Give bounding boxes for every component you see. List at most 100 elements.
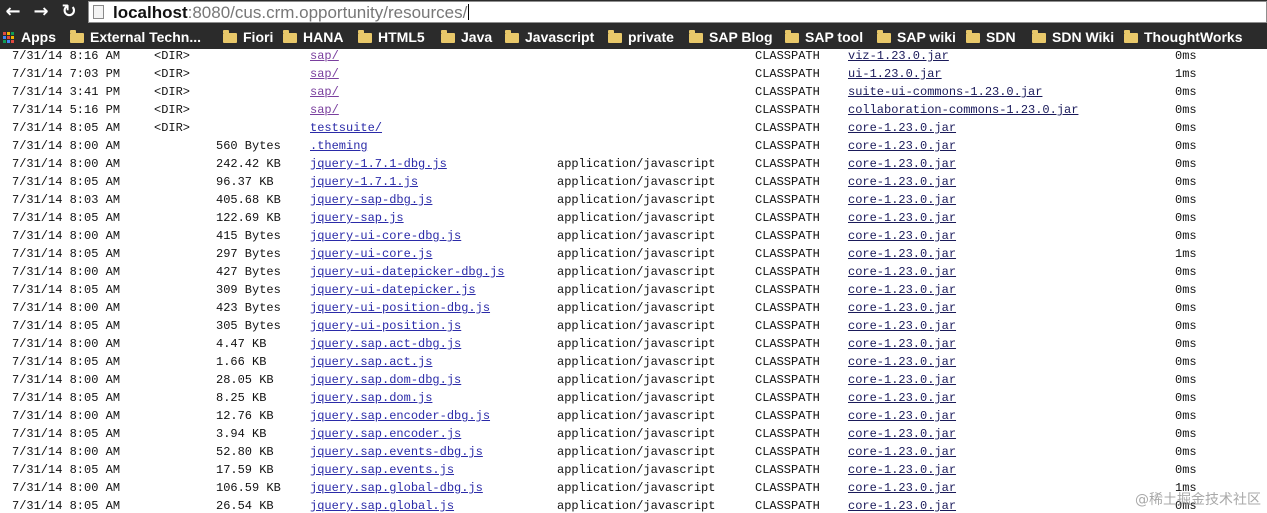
file-link[interactable]: jquery.sap.encoder-dbg.js [310, 407, 490, 425]
file-link[interactable]: sap/ [310, 65, 339, 83]
size-cell: 560 Bytes [216, 139, 281, 153]
bookmark-html5[interactable]: HTML5 [358, 25, 425, 49]
bookmark-java[interactable]: Java [441, 25, 492, 49]
bookmark-label: SDN Wiki [1052, 29, 1115, 45]
bookmark-private[interactable]: private [608, 25, 674, 49]
back-arrow-icon[interactable]: ← [2, 0, 24, 25]
file-link[interactable]: jquery.sap.global.js [310, 497, 454, 513]
bookmark-hana[interactable]: HANA [283, 25, 343, 49]
reload-icon[interactable]: ↻ [58, 0, 80, 25]
bookmark-label: HANA [303, 29, 344, 45]
jar-link[interactable]: core-1.23.0.jar [848, 227, 956, 245]
file-link[interactable]: jquery-ui-core-dbg.js [310, 227, 461, 245]
file-link[interactable]: jquery-ui-position-dbg.js [310, 299, 490, 317]
file-link[interactable]: jquery-1.7.1-dbg.js [310, 155, 447, 173]
jar-link[interactable]: core-1.23.0.jar [848, 317, 956, 335]
jar-link[interactable]: core-1.23.0.jar [848, 119, 956, 137]
file-link[interactable]: jquery-sap.js [310, 209, 404, 227]
file-link[interactable]: sap/ [310, 83, 339, 101]
url-host: localhost [113, 3, 188, 22]
date-cell: 7/31/14 8:03 AM [12, 193, 121, 207]
file-link[interactable]: sap/ [310, 101, 339, 119]
url-text[interactable]: localhost:8080/cus.crm.opportunity/resou… [113, 2, 470, 23]
jar-link[interactable]: core-1.23.0.jar [848, 281, 956, 299]
jar-link[interactable]: collaboration-commons-1.23.0.jar [848, 101, 1078, 119]
date-cell: 7/31/14 8:05 AM [12, 463, 121, 477]
jar-link[interactable]: ui-1.23.0.jar [848, 65, 942, 83]
jar-link[interactable]: core-1.23.0.jar [848, 353, 956, 371]
size-cell: 242.42 KB [216, 157, 281, 171]
jar-link[interactable]: viz-1.23.0.jar [848, 49, 949, 65]
file-link[interactable]: jquery.sap.events.js [310, 461, 454, 479]
file-link[interactable]: jquery-1.7.1.js [310, 173, 418, 191]
jar-link[interactable]: core-1.23.0.jar [848, 245, 956, 263]
jar-link[interactable]: core-1.23.0.jar [848, 371, 956, 389]
jar-link[interactable]: core-1.23.0.jar [848, 263, 956, 281]
apps-grid-icon [3, 32, 15, 44]
time-cell: 0ms [1175, 463, 1197, 477]
bookmark-sdn[interactable]: SDN [966, 25, 1016, 49]
jar-link[interactable]: core-1.23.0.jar [848, 461, 956, 479]
file-link[interactable]: jquery-sap-dbg.js [310, 191, 432, 209]
bookmark-apps[interactable]: Apps [3, 25, 56, 49]
jar-link[interactable]: core-1.23.0.jar [848, 173, 956, 191]
classpath-cell: CLASSPATH [755, 67, 820, 81]
date-cell: 7/31/14 8:00 AM [12, 481, 121, 495]
file-link[interactable]: jquery.sap.act-dbg.js [310, 335, 461, 353]
file-link[interactable]: jquery-ui-datepicker.js [310, 281, 476, 299]
file-link[interactable]: testsuite/ [310, 119, 382, 137]
file-link[interactable]: jquery.sap.act.js [310, 353, 432, 371]
classpath-cell: CLASSPATH [755, 355, 820, 369]
bookmark-javascript[interactable]: Javascript [505, 25, 594, 49]
jar-link[interactable]: core-1.23.0.jar [848, 335, 956, 353]
table-row: 7/31/14 8:05 AM 17.59 KB jquery.sap.events… [0, 461, 1267, 479]
date-cell: 7/31/14 8:16 AM [12, 49, 121, 63]
file-link[interactable]: .theming [310, 137, 368, 155]
jar-link[interactable]: core-1.23.0.jar [848, 425, 956, 443]
address-bar[interactable]: localhost:8080/cus.crm.opportunity/resou… [88, 1, 1267, 23]
table-row: 7/31/14 8:05 AM 8.25 KB jquery.sap.dom.js a… [0, 389, 1267, 407]
table-row: 7/31/14 8:00 AM 242.42 KB jquery-1.7.1-dbg… [0, 155, 1267, 173]
jar-link[interactable]: core-1.23.0.jar [848, 479, 956, 497]
bookmark-sap-wiki[interactable]: SAP wiki [877, 25, 956, 49]
size-cell: 96.37 KB [216, 175, 274, 189]
bookmark-sap-tool[interactable]: SAP tool [785, 25, 863, 49]
mime-cell: application/javascript [557, 265, 716, 279]
file-link[interactable]: jquery.sap.global-dbg.js [310, 479, 483, 497]
jar-link[interactable]: core-1.23.0.jar [848, 191, 956, 209]
bookmark-external-techn[interactable]: External Techn... [70, 25, 201, 49]
jar-link[interactable]: core-1.23.0.jar [848, 497, 956, 513]
file-link[interactable]: jquery.sap.encoder.js [310, 425, 461, 443]
classpath-cell: CLASSPATH [755, 157, 820, 171]
file-link[interactable]: jquery-ui-datepicker-dbg.js [310, 263, 504, 281]
file-link[interactable]: sap/ [310, 49, 339, 65]
classpath-cell: CLASSPATH [755, 175, 820, 189]
bookmark-label: External Techn... [90, 29, 201, 45]
file-link[interactable]: jquery.sap.events-dbg.js [310, 443, 483, 461]
bookmark-thoughtworks[interactable]: ThoughtWorks [1124, 25, 1243, 49]
mime-cell: application/javascript [557, 211, 716, 225]
jar-link[interactable]: core-1.23.0.jar [848, 389, 956, 407]
classpath-cell: CLASSPATH [755, 121, 820, 135]
bookmark-fiori[interactable]: Fiori [223, 25, 273, 49]
jar-link[interactable]: core-1.23.0.jar [848, 137, 956, 155]
jar-link[interactable]: core-1.23.0.jar [848, 209, 956, 227]
file-link[interactable]: jquery.sap.dom.js [310, 389, 432, 407]
bookmark-sap-blog[interactable]: SAP Blog [689, 25, 773, 49]
jar-link[interactable]: suite-ui-commons-1.23.0.jar [848, 83, 1042, 101]
file-link[interactable]: jquery-ui-core.js [310, 245, 432, 263]
file-link[interactable]: jquery-ui-position.js [310, 317, 461, 335]
forward-arrow-icon[interactable]: → [30, 0, 52, 25]
jar-link[interactable]: core-1.23.0.jar [848, 407, 956, 425]
jar-link[interactable]: core-1.23.0.jar [848, 299, 956, 317]
file-link[interactable]: jquery.sap.dom-dbg.js [310, 371, 461, 389]
time-cell: 0ms [1175, 103, 1197, 117]
jar-link[interactable]: core-1.23.0.jar [848, 155, 956, 173]
bookmark-label: Apps [21, 29, 56, 45]
jar-link[interactable]: core-1.23.0.jar [848, 443, 956, 461]
date-cell: 7/31/14 8:05 AM [12, 283, 121, 297]
classpath-cell: CLASSPATH [755, 445, 820, 459]
size-cell: 423 Bytes [216, 301, 281, 315]
date-cell: 7/31/14 8:05 AM [12, 211, 121, 225]
bookmark-sdn-wiki[interactable]: SDN Wiki [1032, 25, 1114, 49]
